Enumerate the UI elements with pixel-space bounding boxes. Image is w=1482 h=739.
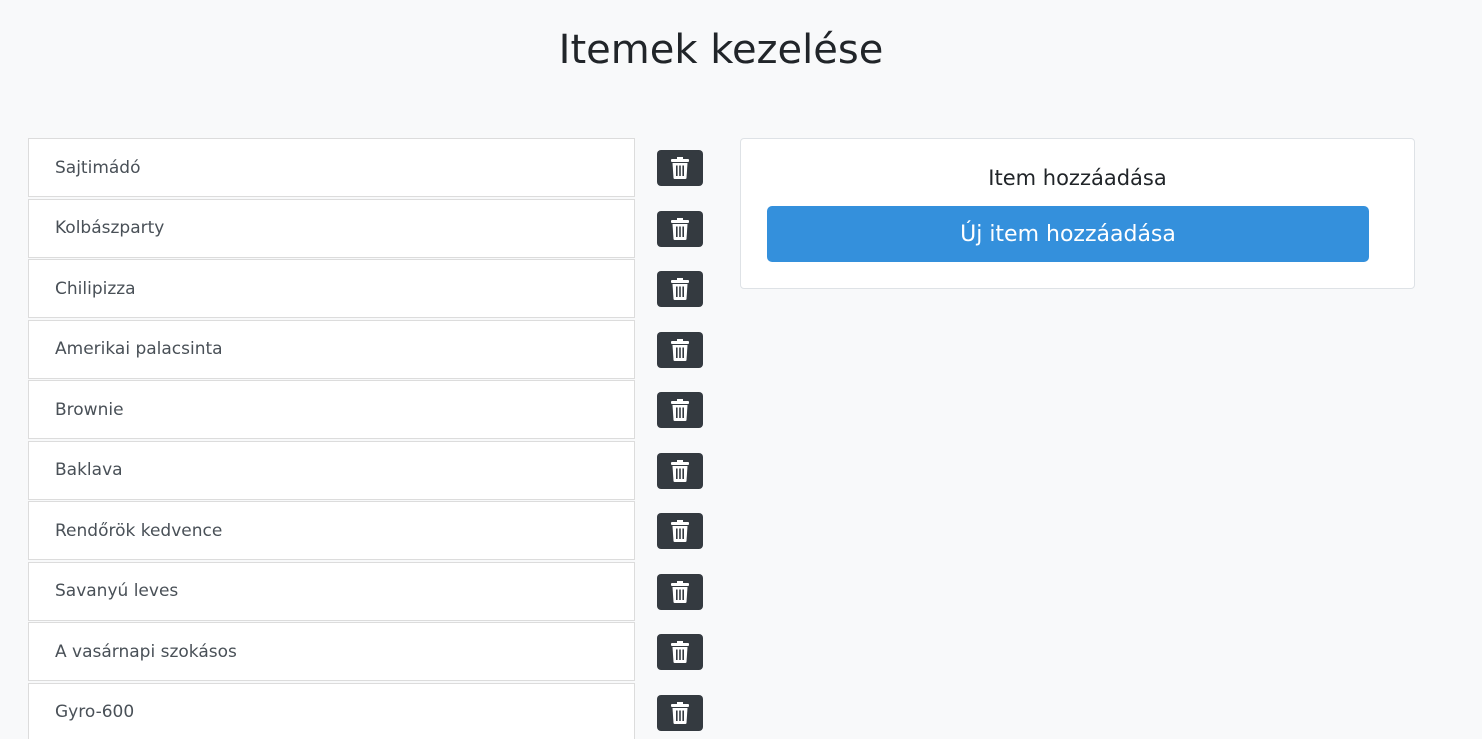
trash-icon (671, 520, 689, 542)
item-name: Baklava (28, 440, 635, 500)
delete-button[interactable] (657, 392, 703, 428)
list-item: Baklava (28, 440, 703, 502)
add-item-title: Item hozzáadása (988, 166, 1167, 190)
page-title: Itemek kezelése (558, 27, 884, 73)
trash-icon (671, 338, 689, 361)
trash-icon (671, 278, 689, 300)
delete-button[interactable] (657, 452, 703, 489)
delete-button[interactable] (657, 694, 703, 731)
item-name: Sajtimádó (28, 138, 635, 197)
delete-button[interactable] (657, 210, 703, 247)
trash-icon (671, 399, 689, 421)
delete-button[interactable] (657, 150, 703, 186)
delete-button[interactable] (657, 271, 703, 307)
item-name: Rendőrök kedvence (28, 501, 635, 560)
items-page: Itemek kezelése Sajtimádó Kolbászparty C… (0, 0, 1482, 739)
add-item-button[interactable]: Új item hozzáadása (767, 206, 1369, 262)
delete-button[interactable] (657, 331, 703, 368)
list-item: Savanyú leves (28, 561, 703, 623)
trash-icon (671, 459, 689, 482)
item-name: Gyro-600 (28, 682, 635, 739)
delete-button[interactable] (657, 513, 703, 549)
delete-button[interactable] (657, 573, 703, 610)
list-item: Gyro-600 (28, 682, 703, 739)
list-item: Kolbászparty (28, 198, 703, 260)
list-item: Amerikai palacsinta (28, 319, 703, 381)
trash-icon (671, 157, 689, 179)
delete-button[interactable] (657, 634, 703, 670)
trash-icon (671, 217, 689, 240)
add-item-card: Item hozzáadása Új item hozzáadása (740, 138, 1415, 289)
item-name: Brownie (28, 380, 635, 439)
trash-icon (671, 641, 689, 663)
trash-icon (671, 701, 689, 724)
list-item: Rendőrök kedvence (28, 501, 703, 562)
item-name: Amerikai palacsinta (28, 319, 635, 379)
item-name: Kolbászparty (28, 198, 635, 258)
item-name: A vasárnapi szokásos (28, 622, 635, 681)
trash-icon (671, 580, 689, 603)
list-item: Brownie (28, 380, 703, 441)
list-item: Sajtimádó (28, 138, 703, 199)
item-list: Sajtimádó Kolbászparty Chilipizza Amerik… (28, 138, 703, 739)
item-name: Chilipizza (28, 259, 635, 318)
item-name: Savanyú leves (28, 561, 635, 621)
list-item: Chilipizza (28, 259, 703, 320)
list-item: A vasárnapi szokásos (28, 622, 703, 683)
